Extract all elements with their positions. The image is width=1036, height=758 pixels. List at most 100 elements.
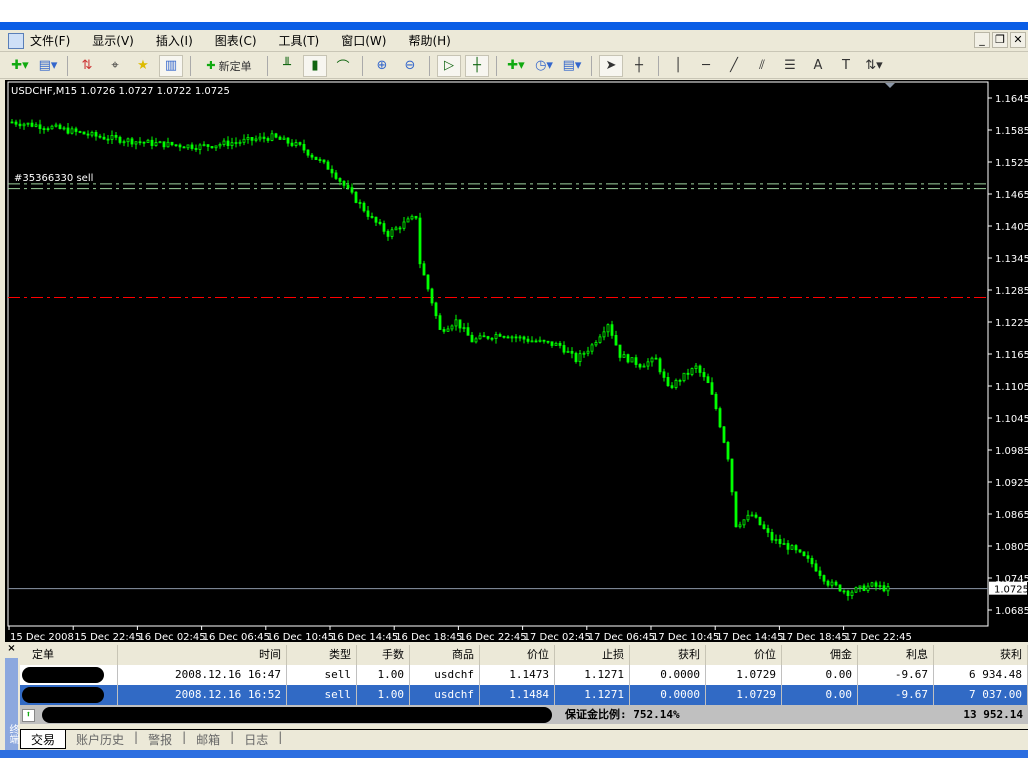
candle-body <box>330 168 334 174</box>
column-header[interactable]: 价位 <box>706 645 782 665</box>
candle-body <box>730 458 734 493</box>
trendline-icon[interactable]: ╱ <box>722 55 746 77</box>
candle-body <box>646 361 650 367</box>
candle-body <box>606 324 610 333</box>
price-chart[interactable]: 1.1645 1.1585 1.1525 1.1465 1.1405 1.1345 1.12… <box>5 80 1030 643</box>
y-tick-label: 1.0925 <box>995 478 1028 489</box>
candle-body <box>670 385 674 388</box>
new-order-button[interactable]: ✚ 新定单 <box>198 55 260 77</box>
table-row[interactable]: 2008.12.16 16:47 sell 1.00 usdchf 1.1473 1.12… <box>20 665 1028 685</box>
candle-body <box>626 354 630 363</box>
text-icon[interactable]: A <box>806 55 830 77</box>
candle-body <box>122 141 126 144</box>
candle-body <box>434 302 438 317</box>
column-header[interactable]: 获利 <box>630 645 706 665</box>
table-row[interactable]: 2008.12.16 16:52 sell 1.00 usdchf 1.1484 1.12… <box>20 685 1028 705</box>
candle-body <box>598 336 602 343</box>
tab-1[interactable]: 账户历史 <box>66 730 134 749</box>
close-icon[interactable]: ✕ <box>1010 32 1026 48</box>
candle-body <box>250 136 254 141</box>
favorites-icon[interactable]: ★ <box>131 55 155 77</box>
menu-file[interactable]: 文件(F) <box>30 32 70 49</box>
navigator-icon[interactable]: ⌖ <box>103 55 127 77</box>
profiles-icon[interactable]: ▤▾ <box>36 55 60 77</box>
market-watch-icon[interactable]: ⇅ <box>75 55 99 77</box>
candle-body <box>846 590 850 596</box>
column-header[interactable]: 时间 <box>118 645 287 665</box>
tab-separator: | <box>278 730 283 744</box>
menu-help[interactable]: 帮助(H) <box>408 32 450 49</box>
candle-body <box>438 315 442 330</box>
column-header[interactable]: 止损 <box>555 645 630 665</box>
menu-insert[interactable]: 插入(I) <box>156 32 193 49</box>
candle-body <box>750 514 754 517</box>
candle-body <box>390 229 394 237</box>
candle-body <box>650 357 654 363</box>
fibonacci-icon[interactable]: ☰ <box>778 55 802 77</box>
candlestick-icon[interactable]: ▮ <box>303 54 327 77</box>
cursor-icon[interactable]: ➤ <box>599 54 623 77</box>
candle-body <box>722 426 726 443</box>
candle-body <box>98 135 102 138</box>
y-tick-label: 1.1405 <box>995 222 1028 233</box>
candle-body <box>186 144 190 149</box>
new-chart-icon[interactable]: ✚▾ <box>8 55 32 77</box>
periods-icon[interactable]: ◷▾ <box>532 55 556 77</box>
candle-body <box>470 334 474 343</box>
column-header[interactable]: 类型 <box>287 645 357 665</box>
separator <box>362 55 363 76</box>
terminal-icon[interactable]: ▥ <box>159 54 183 77</box>
chart-window-icon[interactable] <box>8 32 24 49</box>
crosshair-icon[interactable]: ┼ <box>627 55 651 77</box>
column-header[interactable]: 利息 <box>858 645 934 665</box>
order-id-redacted <box>20 665 118 685</box>
tab-4[interactable]: 日志 <box>234 730 278 749</box>
arrows-icon[interactable]: ⇅▾ <box>862 55 886 77</box>
close-terminal-icon[interactable]: × <box>5 642 18 658</box>
zoom-in-icon[interactable]: ⊕ <box>370 55 394 77</box>
indicators-icon[interactable]: ✚▾ <box>504 55 528 77</box>
candle-body <box>694 365 698 370</box>
menu-view[interactable]: 显示(V) <box>92 32 134 49</box>
zoom-out-icon[interactable]: ⊖ <box>398 55 422 77</box>
templates-icon[interactable]: ▤▾ <box>560 55 584 77</box>
candle-body <box>58 124 62 130</box>
x-tick-label: 17 Dec 14:45 <box>716 632 783 642</box>
tab-0[interactable]: 交易 <box>20 730 67 749</box>
column-header[interactable]: 获利 <box>934 645 1028 665</box>
column-header[interactable]: 定单 <box>20 645 118 665</box>
minimize-icon[interactable]: _ <box>974 32 990 48</box>
line-chart-icon[interactable]: ⌒ <box>331 55 355 77</box>
candle-body <box>510 336 514 339</box>
candle-body <box>738 524 742 528</box>
tab-2[interactable]: 警报 <box>138 730 182 749</box>
candle-body <box>458 319 462 329</box>
horizontal-line-icon[interactable]: ─ <box>694 55 718 77</box>
text-label-icon[interactable]: T <box>834 55 858 77</box>
tab-3[interactable]: 邮箱 <box>186 730 230 749</box>
cell-open: 1.1473 <box>480 665 555 685</box>
equidistant-channel-icon[interactable]: ⫽ <box>750 55 774 77</box>
chart-shift-icon[interactable]: ┼ <box>465 54 489 77</box>
bar-chart-icon[interactable]: ╨ <box>275 55 299 77</box>
menu-charts[interactable]: 图表(C) <box>215 32 257 49</box>
column-header[interactable]: 价位 <box>480 645 555 665</box>
menu-tools[interactable]: 工具(T) <box>279 32 320 49</box>
restore-icon[interactable]: ❐ <box>992 32 1008 48</box>
column-header[interactable]: 手数 <box>357 645 410 665</box>
candle-body <box>94 132 98 137</box>
candle-body <box>786 543 790 550</box>
candle-body <box>310 154 314 158</box>
menu-window[interactable]: 窗口(W) <box>341 32 386 49</box>
candle-body <box>622 354 626 358</box>
candle-body <box>642 365 646 368</box>
candle-body <box>758 516 762 526</box>
candle-body <box>102 136 106 140</box>
column-header[interactable]: 商品 <box>410 645 480 665</box>
vertical-line-icon[interactable]: │ <box>666 55 690 77</box>
candle-body <box>334 172 338 179</box>
candle-body <box>50 125 54 130</box>
candle-body <box>326 161 330 170</box>
auto-scroll-icon[interactable]: ▷ <box>437 54 461 77</box>
column-header[interactable]: 佣金 <box>782 645 858 665</box>
